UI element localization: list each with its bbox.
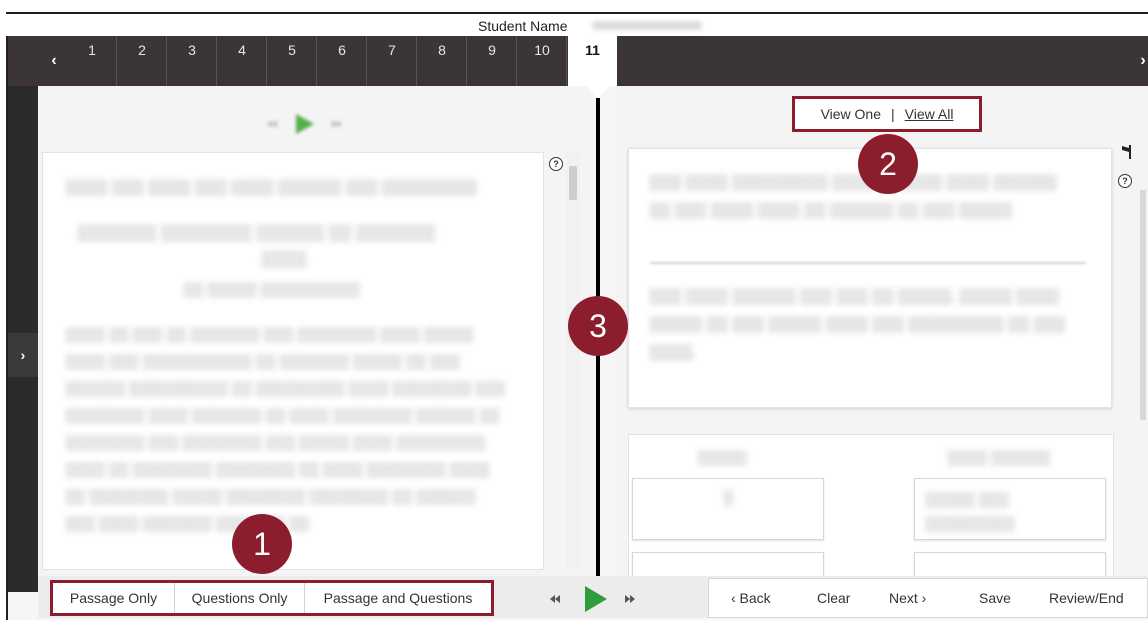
topic-item[interactable]: ░░░░░ ░░░ ░░░░░░░░░	[914, 478, 1106, 540]
view-one-button[interactable]: View One	[821, 106, 881, 122]
passage-text-box: ░░░░ ░░░ ░░░░ ░░░ ░░░░ ░░░░░░ ░░░ ░░░░░░…	[42, 152, 544, 570]
question-tab-9[interactable]: 9	[468, 36, 517, 86]
question-separator	[650, 262, 1086, 264]
order-slot[interactable]: ░	[632, 478, 824, 540]
view-toggle-separator: |	[891, 106, 895, 122]
navigation-group: ‹ Back Clear Next › Save Review/End	[708, 578, 1148, 618]
fast-forward-icon[interactable]	[332, 120, 342, 128]
passage-instruction-redacted: ░░░░ ░░░ ░░░░ ░░░ ░░░░ ░░░░░░ ░░░ ░░░░░░…	[65, 179, 477, 196]
chevron-left-icon: ‹	[51, 52, 57, 69]
passage-author-redacted: ░░ ░░░░░ ░░░░░░░░░░	[183, 281, 360, 297]
passage-title-redacted: ░░░░░░░ ░░░░░░░░ ░░░░░░ ░░ ░░░░░░░	[77, 225, 435, 242]
question-tab-8[interactable]: 8	[418, 36, 467, 86]
question-audio-controls	[550, 586, 635, 612]
chevron-right-icon: ›	[1140, 52, 1146, 69]
question-tab-11[interactable]: 11	[568, 36, 617, 86]
question-tab-1[interactable]: 1	[68, 36, 117, 86]
passage-scroll-thumb[interactable]	[569, 166, 577, 200]
question-tab-6[interactable]: 6	[318, 36, 367, 86]
chevron-right-icon: ›	[20, 347, 26, 363]
rewind-icon[interactable]	[267, 120, 277, 128]
question-tab-3[interactable]: 3	[168, 36, 217, 86]
review-end-button[interactable]: Review/End	[1049, 579, 1124, 617]
callout-badge-2: 2	[858, 134, 918, 194]
question-prompt-redacted: ░░░ ░░░░ ░░░░░░ ░░░ ░░░ ░░ ░░░░░. ░░░░░ …	[649, 288, 1065, 361]
student-name-value-redacted	[592, 21, 702, 30]
question-scrollbar[interactable]	[1140, 190, 1146, 420]
next-button[interactable]: Next ›	[889, 579, 926, 617]
expand-panel-button[interactable]: ›	[8, 333, 38, 377]
callout-badge-3: 3	[568, 296, 628, 356]
questions-only-button[interactable]: Questions Only	[175, 583, 305, 613]
topic-item-text-redacted: ░░░░░ ░░░ ░░░░░░░░░	[925, 491, 1015, 531]
save-button[interactable]: Save	[979, 579, 1011, 617]
layout-mode-group: Passage Only Questions Only Passage and …	[50, 580, 494, 616]
back-button[interactable]: ‹ Back	[731, 579, 771, 617]
passage-and-questions-button[interactable]: Passage and Questions	[305, 583, 491, 613]
tabs-prev-button[interactable]: ‹	[40, 36, 68, 86]
order-header-redacted: ░░░░░	[697, 449, 747, 465]
question-help-icon[interactable]: ?	[1118, 174, 1132, 188]
play-icon[interactable]	[585, 586, 607, 612]
passage-scrollbar[interactable]	[566, 152, 580, 568]
callout-badge-1: 1	[232, 514, 292, 574]
title-bar	[6, 14, 1148, 36]
passage-help-icon[interactable]: ?	[549, 157, 563, 171]
flag-icon[interactable]	[1120, 145, 1132, 159]
topics-header-redacted: ░░░░ ░░░░░░	[947, 449, 1051, 465]
passage-title-line2-redacted: ░░░░	[261, 251, 307, 268]
passage-only-button[interactable]: Passage Only	[53, 583, 175, 613]
view-all-button[interactable]: View All	[905, 106, 954, 122]
passage-body-redacted: ░░░░ ░░ ░░░ ░░ ░░░░░░░ ░░░ ░░░░░░░░ ░░░░…	[65, 326, 505, 531]
question-tab-5[interactable]: 5	[268, 36, 317, 86]
clear-button[interactable]: Clear	[817, 579, 850, 617]
question-instruction-redacted: ░░░ ░░░░ ░░░░░░░░░ ░░░░░ ░░░░░ ░░░░ ░░░░…	[649, 174, 1057, 219]
play-icon[interactable]	[296, 114, 314, 134]
divider-notch	[586, 86, 610, 98]
question-tab-10[interactable]: 10	[518, 36, 567, 86]
fast-forward-icon[interactable]	[625, 595, 635, 603]
tabs-next-button[interactable]: ›	[1138, 36, 1148, 86]
order-slot-value-redacted: ░	[723, 489, 733, 505]
question-tab-7[interactable]: 7	[368, 36, 417, 86]
student-name-label: Student Name	[478, 18, 568, 34]
rewind-icon[interactable]	[550, 595, 560, 603]
passage-audio-controls	[267, 114, 342, 134]
question-tab-4[interactable]: 4	[218, 36, 267, 86]
question-tab-2[interactable]: 2	[118, 36, 167, 86]
view-toggle: View One | View All	[792, 96, 982, 132]
